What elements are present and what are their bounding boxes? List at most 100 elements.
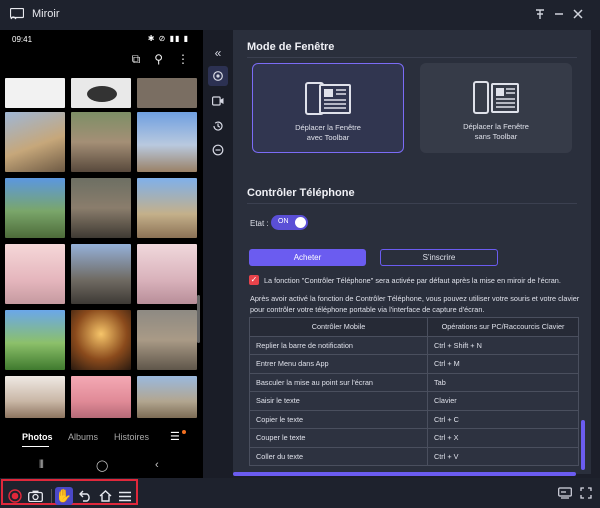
column-header: Opérations sur PC/Raccourcis Clavier <box>427 317 579 337</box>
action-cell: Entrer Menu dans App <box>249 354 428 374</box>
action-cell: Saisir le texte <box>249 391 428 411</box>
bottom-toolbar: ✋ <box>0 478 600 508</box>
table-row: Entrer Menu dans App Ctrl + M <box>249 354 579 374</box>
tab-stories[interactable]: Histoires <box>114 432 149 442</box>
panel-horizontal-scrollbar[interactable] <box>233 472 576 476</box>
window-mode-title: Mode de Fenêtre <box>247 41 335 53</box>
record-settings-button[interactable] <box>208 91 228 111</box>
side-menu: « <box>203 30 233 478</box>
phone-screen[interactable]: 09:41 ✱ ⊘ ▮▮ ▮ ⧉ ⚲ ⋮ Photos Albums Histo… <box>0 30 203 478</box>
photo-thumbnail[interactable] <box>5 244 65 304</box>
android-nav-bar: ⦀ ◯ ‹ <box>0 455 203 477</box>
mode-without-toolbar-card[interactable]: Déplacer la Fenêtre sans Toolbar <box>420 63 572 153</box>
photo-grid <box>5 78 200 448</box>
pin-button[interactable] <box>532 6 548 22</box>
photo-thumbnail[interactable] <box>137 112 197 172</box>
action-cell: Couper le texte <box>249 428 428 448</box>
screen-settings-icon[interactable] <box>558 487 572 499</box>
minus-button[interactable] <box>208 140 228 160</box>
screenshot-button[interactable] <box>26 487 44 505</box>
menu-button[interactable] <box>116 487 134 505</box>
search-icon[interactable]: ⚲ <box>154 52 163 67</box>
action-cell: Replier la barre de notification <box>249 335 428 355</box>
history-icon <box>213 121 223 131</box>
register-button[interactable]: S'inscrire <box>380 249 498 266</box>
settings-panel: Mode de Fenêtre Déplacer la Fenêtre avec… <box>233 30 591 474</box>
table-row: Copier le texte Ctrl + C <box>249 409 579 429</box>
nav-back-icon[interactable]: ‹ <box>155 459 159 471</box>
close-button[interactable] <box>570 6 586 22</box>
gallery-scrollbar[interactable] <box>197 295 200 343</box>
toggle-knob <box>295 217 306 228</box>
minimize-button[interactable] <box>551 6 567 22</box>
select-icon[interactable]: ⧉ <box>132 52 141 67</box>
tab-underline <box>22 446 49 447</box>
notification-dot <box>182 430 186 434</box>
photo-thumbnail[interactable] <box>71 310 131 370</box>
back-button[interactable] <box>76 487 94 505</box>
phone-control-toggle[interactable]: ON <box>271 215 308 230</box>
record-icon <box>212 96 224 106</box>
status-icons: ✱ ⊘ ▮▮ ▮ <box>147 34 189 43</box>
shortcut-table: Contrôler Mobile Opérations sur PC/Racco… <box>249 317 579 466</box>
fullscreen-icon[interactable] <box>580 487 594 499</box>
photo-thumbnail[interactable] <box>71 244 131 304</box>
toggle-text: ON <box>278 218 289 225</box>
table-header-row: Contrôler Mobile Opérations sur PC/Racco… <box>249 317 579 337</box>
column-header: Contrôler Mobile <box>249 317 428 337</box>
photo-thumbnail[interactable] <box>5 178 65 238</box>
hand-control-button[interactable]: ✋ <box>55 487 73 505</box>
tab-photos[interactable]: Photos <box>22 432 53 442</box>
photo-thumbnail[interactable] <box>5 376 65 418</box>
gallery-tabs: Photos Albums Histoires ☰ <box>0 427 203 449</box>
mode-with-toolbar-card[interactable]: Déplacer la Fenêtre avec Toolbar <box>252 63 404 153</box>
shortcut-cell: Tab <box>427 372 579 392</box>
photo-thumbnail[interactable] <box>5 310 65 370</box>
photo-thumbnail[interactable] <box>71 78 131 108</box>
default-enable-checkbox[interactable]: ✓ <box>249 275 259 285</box>
tab-albums[interactable]: Albums <box>68 432 98 442</box>
panel-vertical-scrollbar[interactable] <box>581 420 585 470</box>
buy-button[interactable]: Acheter <box>249 249 366 266</box>
collapse-icon: « <box>214 46 222 60</box>
phone-status-bar: 09:41 ✱ ⊘ ▮▮ ▮ <box>0 30 203 48</box>
action-cell: Copier le texte <box>249 409 428 429</box>
photo-thumbnail[interactable] <box>71 112 131 172</box>
title-bar: Miroir <box>0 0 600 30</box>
default-enable-label: La fonction "Contrôler Téléphone" sera a… <box>264 276 561 285</box>
photo-thumbnail[interactable] <box>71 178 131 238</box>
control-tool-group: ✋ <box>1 479 138 505</box>
action-cell: Coller du texte <box>249 446 428 466</box>
hand-control-icon: ✋ <box>55 488 73 503</box>
photo-thumbnail[interactable] <box>137 376 197 418</box>
minus-icon <box>212 144 224 156</box>
history-button[interactable] <box>208 116 228 136</box>
settings-button[interactable] <box>208 66 228 86</box>
table-row: Basculer la mise au point sur l'écran Ta… <box>249 372 579 392</box>
recent-apps-icon[interactable]: ⦀ <box>39 459 44 472</box>
photo-thumbnail[interactable] <box>5 78 65 108</box>
phone-control-title: Contrôler Téléphone <box>247 187 355 199</box>
home-icon <box>99 490 111 502</box>
menu-icon[interactable]: ☰ <box>170 430 180 443</box>
back-icon <box>78 490 90 502</box>
phone-window-icon <box>473 81 519 114</box>
section-divider <box>247 57 577 58</box>
photo-thumbnail[interactable] <box>71 376 131 418</box>
minimize-icon <box>555 13 563 15</box>
photo-thumbnail[interactable] <box>137 78 197 108</box>
home-button[interactable] <box>96 487 114 505</box>
collapse-button[interactable]: « <box>208 43 228 63</box>
menu-icon <box>119 491 131 501</box>
record-button[interactable] <box>6 487 24 505</box>
mode-with-toolbar-label: Déplacer la Fenêtre avec Toolbar <box>295 123 361 142</box>
photo-thumbnail[interactable] <box>5 112 65 172</box>
gallery-toolbar: ⧉ ⚲ ⋮ <box>132 52 189 67</box>
nav-home-icon[interactable]: ◯ <box>96 459 108 472</box>
photo-thumbnail[interactable] <box>137 310 197 370</box>
photo-thumbnail[interactable] <box>137 178 197 238</box>
more-icon[interactable]: ⋮ <box>177 52 189 67</box>
phone-control-description: Après avoir activé la fonction de Contrô… <box>250 294 580 314</box>
photo-thumbnail[interactable] <box>137 244 197 304</box>
phone-window-toolbar-icon <box>305 82 351 115</box>
